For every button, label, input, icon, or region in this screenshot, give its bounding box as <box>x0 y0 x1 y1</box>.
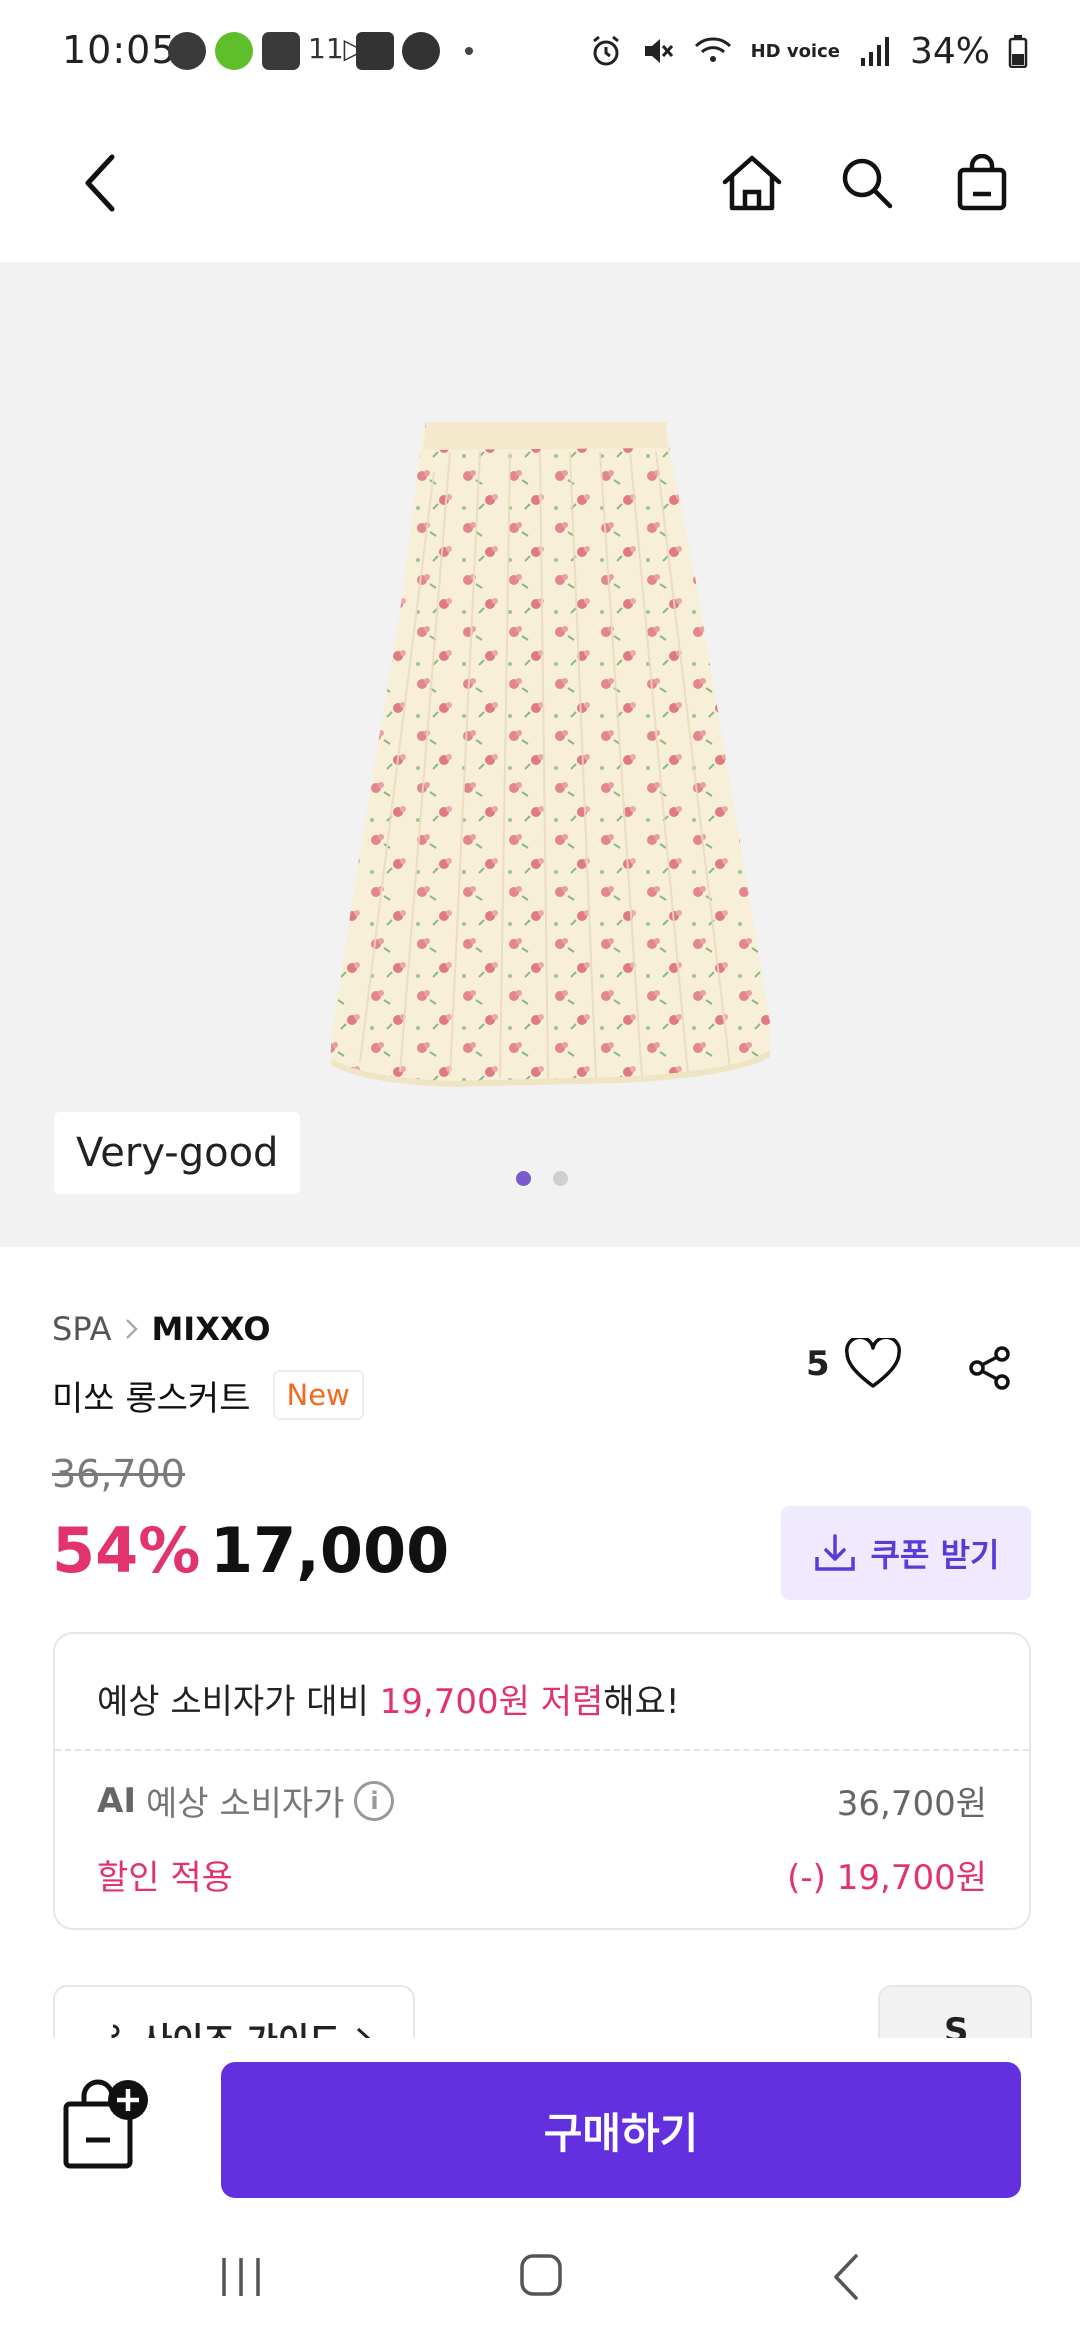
product-image-gallery[interactable]: Very-good <box>0 262 1080 1247</box>
naver-icon <box>215 32 253 70</box>
breadcrumb: SPA MIXXO <box>52 1310 271 1348</box>
product-title-row: 미쏘 롱스커트 New <box>52 1370 364 1420</box>
sale-price: 17,000 <box>210 1514 450 1587</box>
mute-icon <box>644 39 673 63</box>
retail-price-label: AI 예상 소비자가 i <box>97 1776 395 1825</box>
download-icon <box>814 1534 855 1571</box>
home-nav-icon <box>520 2254 562 2296</box>
signal-icon <box>860 37 889 66</box>
category-link[interactable]: SPA <box>52 1310 111 1348</box>
more-notifications-icon <box>465 47 473 55</box>
like-count: 5 <box>806 1344 830 1384</box>
ai-label: AI <box>97 1780 136 1821</box>
recent-apps-button[interactable] <box>216 2254 266 2300</box>
back-nav-icon <box>834 2254 858 2300</box>
dashed-divider <box>55 1749 1029 1751</box>
back-button[interactable] <box>55 138 145 228</box>
heart-icon <box>844 1338 901 1388</box>
chevron-right-icon <box>126 1319 139 1339</box>
savings-amount: 19,700원 저렴 <box>379 1682 604 1722</box>
coupon-label: 쿠폰 받기 <box>870 1536 1000 1574</box>
retail-label-text: 예상 소비자가 <box>145 1784 345 1824</box>
search-button[interactable] <box>822 138 912 228</box>
status-time: 10:05 <box>62 28 177 72</box>
system-nav-bar <box>0 2210 1080 2340</box>
savings-prefix: 예상 소비자가 대비 <box>97 1682 380 1722</box>
home-nav-button[interactable] <box>518 2252 564 2298</box>
hd-voice-icon: HD voice <box>750 40 840 62</box>
home-icon <box>722 155 782 211</box>
info-icon[interactable]: i <box>354 1780 395 1821</box>
recent-apps-icon <box>222 2258 260 2296</box>
coupon-button[interactable]: 쿠폰 받기 <box>781 1506 1031 1600</box>
grade-badge: Very-good <box>54 1112 301 1194</box>
discount-label: 할인 적용 <box>97 1858 233 1898</box>
home-button[interactable] <box>707 138 797 228</box>
original-price: 36,700 <box>52 1452 185 1496</box>
shopping-bag-icon <box>356 32 394 70</box>
back-nav-button[interactable] <box>826 2252 866 2302</box>
add-to-cart-icon <box>63 2079 148 2169</box>
back-icon <box>85 154 115 212</box>
gallery-dot[interactable] <box>553 1171 568 1186</box>
battery-icon <box>1008 35 1028 68</box>
status-right: HD voice 34% <box>589 26 1028 76</box>
wifi-icon <box>694 37 731 62</box>
shopping-bag-icon <box>957 154 1007 211</box>
emart-icon <box>262 32 300 70</box>
share-button[interactable] <box>958 1336 1022 1400</box>
gallery-dot-active[interactable] <box>516 1171 531 1186</box>
cart-button[interactable] <box>937 138 1027 228</box>
search-icon <box>842 158 893 209</box>
buy-button[interactable]: 구매하기 <box>221 2062 1021 2198</box>
share-icon <box>969 1346 1010 1390</box>
product-image-skirt <box>330 422 770 1088</box>
add-to-cart-button[interactable] <box>62 2078 152 2173</box>
talk-icon <box>168 32 206 70</box>
savings-card: 예상 소비자가 대비 19,700원 저렴해요! AI 예상 소비자가 i 36… <box>53 1632 1031 1930</box>
top-nav-bar <box>0 104 1080 262</box>
savings-suffix: 해요! <box>603 1682 680 1722</box>
new-badge: New <box>272 1370 364 1420</box>
status-bar: 10:05 11▷ HD voice 34% <box>0 0 1080 104</box>
brand-link[interactable]: MIXXO <box>151 1310 270 1348</box>
battery-percent: 34% <box>909 30 990 72</box>
discount-value: (-) 19,700원 <box>787 1858 987 1898</box>
product-name: 미쏘 롱스커트 <box>52 1378 251 1419</box>
alarm-icon <box>592 35 619 66</box>
like-button[interactable]: 5 <box>806 1338 902 1390</box>
retail-price-value: 36,700원 <box>836 1784 987 1824</box>
c-icon <box>402 32 440 70</box>
discount-rate: 54% <box>52 1514 201 1587</box>
savings-headline: 예상 소비자가 대비 19,700원 저렴해요! <box>97 1674 680 1723</box>
